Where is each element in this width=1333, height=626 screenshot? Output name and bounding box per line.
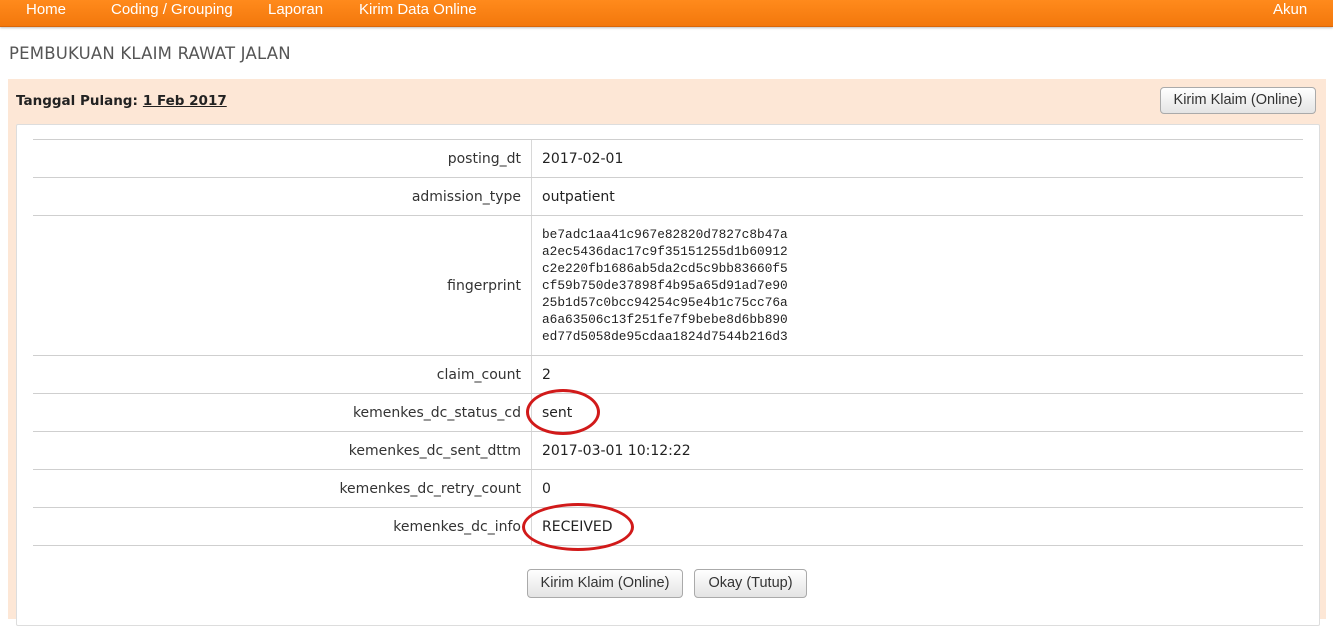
row-value: outpatient	[542, 189, 615, 205]
fingerprint-line: 25b1d57c0bcc94254c95e4b1c75cc76a	[542, 295, 788, 310]
row-key: kemenkes_dc_info	[393, 519, 521, 535]
fingerprint-line: ed77d5058de95cdaa1824d7544b216d3	[542, 329, 788, 344]
table-row: kemenkes_dc_info RECEIVED	[33, 507, 1303, 546]
row-key: kemenkes_dc_status_cd	[352, 405, 521, 421]
column-divider	[531, 178, 532, 216]
row-key: admission_type	[411, 189, 521, 205]
table-row: claim_count 2	[33, 355, 1303, 394]
discharge-date-value[interactable]: 1 Feb 2017	[143, 93, 227, 109]
fingerprint-value: be7adc1aa41c967e82820d7827c8b47a a2ec543…	[542, 226, 788, 345]
fingerprint-line: a2ec5436dac17c9f35151255d1b60912	[542, 244, 788, 259]
send-claim-online-button[interactable]: Kirim Klaim (Online)	[527, 569, 683, 598]
send-claim-online-button-top[interactable]: Kirim Klaim (Online)	[1160, 87, 1316, 114]
table-row: admission_type outpatient	[33, 177, 1303, 216]
table-row: kemenkes_dc_sent_dttm 2017-03-01 10:12:2…	[33, 431, 1303, 470]
column-divider	[531, 140, 532, 178]
page-title: PEMBUKUAN KLAIM RAWAT JALAN	[9, 44, 291, 63]
row-key: kemenkes_dc_retry_count	[339, 481, 521, 497]
row-key: kemenkes_dc_sent_dttm	[348, 443, 521, 459]
column-divider	[531, 470, 532, 508]
highlight-circle-info	[522, 503, 634, 551]
top-nav-bar: Home Coding / Grouping Laporan Kirim Dat…	[0, 0, 1333, 27]
fingerprint-line: cf59b750de37898f4b95a65d91ad7e90	[542, 278, 788, 293]
table-row: kemenkes_dc_retry_count 0	[33, 469, 1303, 508]
row-key: fingerprint	[447, 278, 521, 294]
okay-close-button[interactable]: Okay (Tutup)	[694, 569, 807, 598]
fingerprint-line: be7adc1aa41c967e82820d7827c8b47a	[542, 227, 788, 242]
fingerprint-line: a6a63506c13f251fe7f9bebe8d6bb890	[542, 312, 788, 327]
nav-laporan[interactable]: Laporan	[268, 0, 323, 26]
table-row: kemenkes_dc_status_cd sent	[33, 393, 1303, 432]
row-value: 2017-03-01 10:12:22	[542, 443, 691, 459]
nav-account[interactable]: Akun	[1273, 0, 1307, 26]
discharge-date: Tanggal Pulang: 1 Feb 2017	[16, 93, 227, 109]
column-divider	[531, 432, 532, 470]
table-row: posting_dt 2017-02-01	[33, 139, 1303, 178]
row-value: 2017-02-01	[542, 151, 624, 167]
nav-coding-grouping[interactable]: Coding / Grouping	[111, 0, 233, 26]
nav-home[interactable]: Home	[26, 0, 66, 26]
row-value: 2	[542, 367, 551, 383]
nav-kirim-data-online[interactable]: Kirim Data Online	[359, 0, 477, 26]
column-divider	[531, 216, 532, 356]
column-divider	[531, 356, 532, 394]
fingerprint-line: c2e220fb1686ab5da2cd5c9bb83660f5	[542, 261, 788, 276]
row-key: claim_count	[436, 367, 521, 383]
discharge-date-label: Tanggal Pulang:	[16, 93, 138, 109]
row-key: posting_dt	[447, 151, 521, 167]
table-row: fingerprint be7adc1aa41c967e82820d7827c8…	[33, 215, 1303, 356]
table-bottom-border	[33, 545, 1303, 546]
row-value: 0	[542, 481, 551, 497]
highlight-circle-status	[526, 389, 600, 435]
